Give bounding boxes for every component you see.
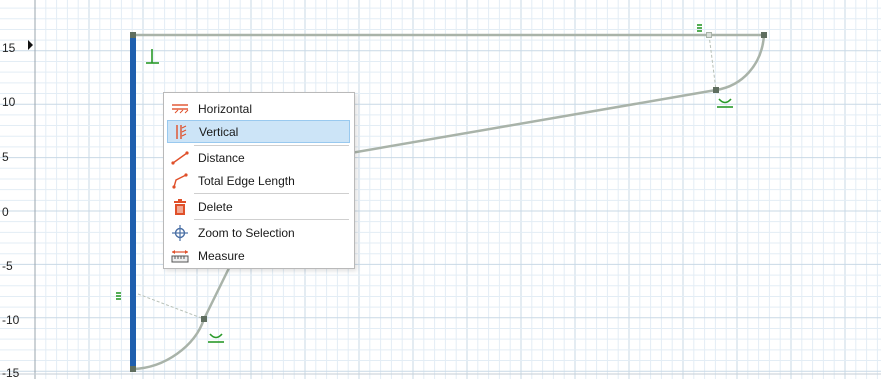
- tangent-constraint-icon-right: [717, 98, 733, 108]
- vertex-arc-center-right[interactable]: [706, 32, 712, 38]
- total-edge-length-icon: [171, 172, 189, 189]
- equal-constraint-icon-top: [697, 24, 702, 32]
- y-tick-label: -10: [2, 313, 20, 327]
- right-arc-edge[interactable]: [715, 34, 766, 92]
- y-tick-label: 10: [2, 95, 16, 109]
- equal-constraint-icon-bottom: [116, 292, 121, 300]
- menu-item-horizontal[interactable]: Horizontal: [167, 97, 350, 120]
- menu-item-zoom-to-selection[interactable]: Zoom to Selection: [167, 221, 350, 244]
- vertex-top-right[interactable]: [761, 32, 767, 38]
- menu-item-distance[interactable]: Distance: [167, 146, 350, 169]
- distance-icon: [171, 150, 189, 166]
- axis-marker-icon: [28, 40, 33, 50]
- menu-item-vertical[interactable]: Vertical: [167, 120, 350, 143]
- menu-item-measure[interactable]: Measure: [167, 244, 350, 267]
- horizontal-constraint-icon: [171, 101, 189, 117]
- y-tick-label: 0: [2, 205, 9, 219]
- vertex-bottom-left[interactable]: [130, 366, 136, 372]
- menu-item-label: Horizontal: [198, 101, 253, 116]
- vertex-arc-end-right[interactable]: [713, 87, 719, 93]
- tangent-constraint-icon-bottom: [208, 333, 224, 343]
- vertex-top-left[interactable]: [130, 32, 136, 38]
- menu-item-label: Delete: [198, 199, 233, 214]
- menu-item-total-edge-length[interactable]: Total Edge Length: [167, 169, 350, 192]
- menu-separator: [194, 193, 349, 194]
- menu-item-label: Vertical: [199, 124, 239, 139]
- bottom-arc-edge[interactable]: [132, 318, 206, 371]
- zoom-to-selection-icon: [171, 224, 189, 241]
- menu-item-label: Total Edge Length: [198, 173, 295, 188]
- y-tick-label: -15: [2, 366, 20, 380]
- y-tick-label: 5: [2, 150, 9, 164]
- construction-line-bottom: [137, 293, 205, 320]
- context-menu: Horizontal Vertical Distance Total Edge …: [163, 92, 355, 269]
- vertical-constraint-icon: [172, 124, 190, 140]
- y-tick-label: 15: [2, 41, 16, 55]
- vertex-arc-end-bottom[interactable]: [201, 316, 207, 322]
- measure-icon: [171, 248, 189, 264]
- menu-item-label: Measure: [198, 248, 245, 263]
- menu-item-label: Distance: [198, 150, 245, 165]
- menu-separator: [194, 219, 349, 220]
- sketch-canvas[interactable]: [0, 0, 881, 379]
- menu-item-label: Zoom to Selection: [198, 225, 295, 240]
- menu-item-delete[interactable]: Delete: [167, 195, 350, 218]
- delete-icon: [171, 198, 189, 215]
- y-tick-label: -5: [2, 259, 13, 273]
